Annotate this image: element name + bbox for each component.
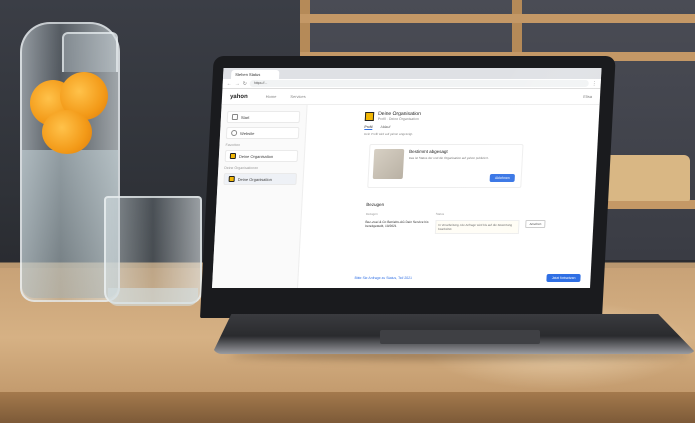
sidebar-item-org[interactable]: Deine Organisation <box>224 150 299 162</box>
org-logo-icon <box>229 153 237 159</box>
main-content: Deine Organisation Profil · Deine Organi… <box>298 105 600 288</box>
forward-icon[interactable]: → <box>235 80 240 88</box>
home-icon <box>231 114 239 120</box>
sidebar-item-label: Website <box>239 130 255 136</box>
sidebar-section-title: Favoriten <box>225 143 241 147</box>
app-body: Start Website Favoriten Deine Organisati… <box>212 105 600 288</box>
nav-services[interactable]: Services <box>290 94 306 99</box>
promo-text: Das ist Status der und die Organisation … <box>408 156 489 160</box>
sidebar-item-label: Deine Organisation <box>238 153 274 159</box>
column-header: Status <box>435 212 445 216</box>
table-header: Bezugen Status <box>366 212 584 216</box>
sidebar-item-start[interactable]: Start <box>226 111 301 123</box>
globe-icon <box>230 130 238 136</box>
row-status: In Verarbeitung. Die Anfrage wird bis au… <box>434 220 520 234</box>
tab-ablauf[interactable]: Ablauf <box>380 125 390 130</box>
back-icon[interactable]: ← <box>227 80 232 88</box>
promo-title: Bestimmt abgesagt <box>409 149 448 154</box>
row-name: Bez-zwei & Co Betriebs-AG Dein Service b… <box>365 220 429 228</box>
promo-card: Bestimmt abgesagt Das ist Status der und… <box>367 144 524 188</box>
laptop-screen: Stehen Status ← → ↻ https://... ⋮ yahon … <box>212 68 602 288</box>
glass-base <box>108 288 198 306</box>
address-bar[interactable]: https://... <box>249 80 589 87</box>
browser-tab[interactable]: Stehen Status <box>230 70 280 79</box>
sidebar-item-label: Deine Organisation <box>237 176 273 182</box>
sidebar-section-title: Deine Organisationen <box>224 166 259 170</box>
org-logo-icon <box>228 176 235 182</box>
nav-home[interactable]: Home <box>266 94 277 99</box>
footer-link[interactable]: Bitte Sie Anfrage zu Status, Teil 2021 <box>354 276 412 280</box>
org-logo <box>364 111 375 121</box>
org-tabs: Profil Ablauf <box>364 125 588 130</box>
row-view-button[interactable]: Ansehen <box>525 220 546 228</box>
orange-slice <box>42 110 92 154</box>
tab-profil[interactable]: Profil <box>364 125 373 130</box>
continue-button[interactable]: Jetzt fortsetzen <box>546 274 581 282</box>
org-subtitle: Profil · Deine Organisation <box>377 117 420 121</box>
reload-icon[interactable]: ↻ <box>243 80 248 88</box>
browser-urlbar: ← → ↻ https://... ⋮ <box>222 79 601 89</box>
menu-icon[interactable]: ⋮ <box>592 80 597 88</box>
sidebar-item-org-active[interactable]: Deine Organisation <box>223 173 298 185</box>
user-menu[interactable]: Elisa <box>583 94 592 99</box>
browser-tabbar: Stehen Status <box>222 68 602 79</box>
promo-image <box>372 149 405 179</box>
app-header: yahon Home Services Elisa <box>221 89 601 105</box>
column-header: Bezugen <box>365 212 378 216</box>
carafe-neck <box>62 32 118 72</box>
shelf-board <box>300 14 695 23</box>
sidebar-item-website[interactable]: Website <box>225 127 300 139</box>
org-header: Deine Organisation Profil · Deine Organi… <box>364 111 590 121</box>
trackpad <box>380 330 540 344</box>
sidebar: Start Website Favoriten Deine Organisati… <box>212 105 308 288</box>
promo-button[interactable]: Ablehnen <box>489 174 515 182</box>
org-note: Dein Profil wird auf yahon angezeigt. <box>363 132 414 136</box>
section-title: Bezugen <box>366 202 385 207</box>
table-row: Bez-zwei & Co Betriebs-AG Dein Service b… <box>365 220 546 234</box>
table-edge <box>0 392 695 423</box>
photo-scene: Stehen Status ← → ↻ https://... ⋮ yahon … <box>0 0 695 423</box>
app-logo[interactable]: yahon <box>230 94 248 100</box>
sidebar-item-label: Start <box>240 114 250 120</box>
